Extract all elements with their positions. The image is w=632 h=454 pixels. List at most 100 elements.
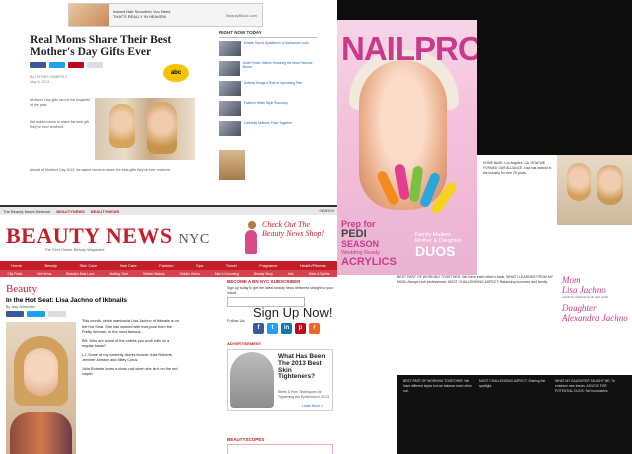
- nav-item[interactable]: Home: [11, 263, 22, 268]
- sidebar-column: WHAT MY DAUGHTER TAUGHT ME: To embrace n…: [555, 379, 615, 393]
- rss-icon[interactable]: r: [309, 323, 320, 334]
- facebook-icon[interactable]: f: [253, 323, 264, 334]
- sidebar-story[interactable]: Kirsten Dunst Sparkles in a Glamorous Lo…: [219, 41, 317, 58]
- site-logo[interactable]: BEAUTY NEWS NYC: [6, 223, 210, 249]
- subnav-item[interactable]: Hot Items: [37, 272, 51, 276]
- facebook-like-button[interactable]: [6, 311, 24, 317]
- sidebar-story[interactable]: Jodie Foster Shines Honoring the Most Fa…: [219, 61, 317, 78]
- spread-body-text: BEST PART OF WORKING TOGETHER: We have e…: [397, 275, 554, 285]
- twitter-icon[interactable]: t: [267, 323, 278, 334]
- learn-more-link[interactable]: Learn More »: [302, 404, 323, 408]
- article-paragraph: BN: Who are some of the celebs you work …: [82, 338, 170, 349]
- story-thumbnail: [219, 61, 240, 76]
- screenshot-collage: Instant Hair Smoother You Need THAT'S RE…: [0, 0, 632, 454]
- cover-nails: [375, 163, 459, 220]
- sidebar-ad[interactable]: What Has Been The 2013 Best Skin Tighten…: [227, 349, 333, 411]
- byline-date: May 8, 2013: [30, 79, 50, 84]
- sidebar-story[interactable]: Actress Snags a Role in Upcoming Film: [219, 81, 317, 98]
- story-thumbnail: [219, 81, 241, 96]
- spread-right-page: HOME BASE: Los Angeles, CA. HOW WE FORME…: [477, 155, 632, 275]
- cover-acrylics: ACRYLICS: [341, 256, 397, 269]
- spread-lower-page: BEST PART OF WORKING TOGETHER: We have e…: [337, 275, 632, 454]
- section-title: Beauty: [6, 283, 38, 295]
- shop-girl-icon: [245, 221, 259, 257]
- search-link[interactable]: SEARCH: [319, 209, 334, 213]
- facebook-share-button[interactable]: [30, 62, 46, 68]
- sidebar-story[interactable]: Celebrity Mothers Pose Together: [219, 121, 317, 138]
- article-panel: Instant Hair Smoother You Need THAT'S RE…: [0, 0, 337, 205]
- article-footline: Ahead of Mother's Day 2013, we asked mom…: [30, 168, 171, 172]
- sidebar-column: BEST PART OF WORKING TOGETHER: We have d…: [403, 379, 472, 393]
- ad-image: [230, 352, 274, 408]
- subnav-item[interactable]: City Finds: [8, 272, 23, 276]
- ad-subtext: THAT'S REALLY IN HEAVEN!: [113, 14, 167, 19]
- social-icons: f t in p r: [253, 323, 320, 334]
- sub-nav: City Finds Hot Items Beauty's Best Love …: [0, 270, 337, 277]
- nav-item[interactable]: Hair Care: [120, 263, 137, 268]
- site-tagline: The First Online Beauty Magazine: [44, 247, 105, 252]
- beauty-news-panel: The Beauty News Network BEAUTYNEWS BEAUT…: [0, 205, 337, 454]
- pin-button[interactable]: [48, 311, 66, 317]
- subnav-item[interactable]: Hidden Gems: [180, 272, 200, 276]
- network-label: The Beauty News Network: [3, 208, 51, 214]
- article-title: Real Moms Share Their Best Mother's Day …: [30, 34, 172, 59]
- spread-sidebar-box: BEST PART OF WORKING TOGETHER: We have d…: [397, 375, 632, 454]
- linkedin-icon[interactable]: in: [281, 323, 292, 334]
- article-paragraph: This month, celeb manicurist Lisa Jachno…: [82, 319, 179, 334]
- subnav-item[interactable]: Mother Beauty: [143, 272, 164, 276]
- main-nav: Home Beauty Skin Care Hair Care Fashion …: [0, 261, 337, 270]
- nav-item[interactable]: Skin Care: [79, 263, 97, 268]
- magazine-masthead: NAILPRO: [341, 30, 477, 67]
- article-paragraph: Mother's Day gifts can be the toughest o…: [30, 98, 90, 107]
- pinterest-icon[interactable]: p: [295, 323, 306, 334]
- email-share-button[interactable]: [87, 62, 103, 68]
- cover-duos: DUOS: [415, 243, 456, 260]
- subnav-item[interactable]: Wine & Spirits: [309, 272, 330, 276]
- nav-item[interactable]: Health/Fitness: [300, 263, 326, 268]
- shop-link[interactable]: Check Out The Beauty News Shop!: [262, 220, 332, 239]
- network-link[interactable]: BEAUTYNEWS: [91, 209, 119, 214]
- magazine-spread-panel: NAILPRO Prep for PEDI SEASON Wedding Rea…: [337, 0, 632, 454]
- article-headline: In the Hot Seat: Lisa Jachno of Ikbnails: [6, 297, 127, 304]
- ad-image: [69, 4, 109, 26]
- ad-headline: What Has Been The 2013 Best Skin Tighten…: [278, 353, 326, 381]
- story-thumbnail: [219, 41, 241, 56]
- nav-item[interactable]: Travel: [226, 263, 237, 268]
- article-byline: By Jesy Schechter: [6, 305, 35, 309]
- article-paragraph: We asked moms to share the best gift the…: [30, 120, 89, 129]
- top-ad-banner[interactable]: Instant Hair Smoother You Need THAT'S RE…: [68, 3, 263, 27]
- right-now-heading: RIGHT NOW TODAY: [219, 30, 317, 38]
- pinterest-share-button[interactable]: [68, 62, 84, 68]
- subnav-item[interactable]: Arts: [288, 272, 294, 276]
- advertisement-label: ADVERTISEMENT: [227, 341, 262, 346]
- tweet-button[interactable]: [27, 311, 45, 317]
- article-paragraph: Julia Roberts loves a clean nail when sh…: [82, 366, 178, 377]
- lisa-jachno-photo: [6, 322, 76, 454]
- mom-name: Lisa Jachno: [562, 285, 606, 295]
- subnav-item[interactable]: Beauty's Best Love: [66, 272, 94, 276]
- nav-item[interactable]: Fashion: [159, 263, 173, 268]
- share-bar: [30, 62, 103, 68]
- cover-season: SEASON: [341, 239, 380, 249]
- subnav-item[interactable]: Making Over: [109, 272, 128, 276]
- sidebar-story[interactable]: Fashion Week Style Roundup: [219, 101, 317, 118]
- network-link[interactable]: BEAUTYNEWS: [56, 209, 84, 214]
- subnav-item[interactable]: Men's Grooming: [215, 272, 239, 276]
- article-paragraph: LJ: Some of my celebrity clients include…: [82, 352, 173, 363]
- signup-description: Sign up today to get the latest beauty n…: [227, 286, 334, 295]
- daughter-label: Daughter: [562, 303, 597, 313]
- signup-button[interactable]: Sign Up Now!: [253, 305, 332, 320]
- daughter-name: Alexandra Jachno: [562, 313, 628, 323]
- twitter-share-button[interactable]: [49, 62, 65, 68]
- social-share-bar: [6, 311, 66, 317]
- nav-item[interactable]: Beauty: [44, 263, 56, 268]
- nav-item[interactable]: Fragrance: [259, 263, 277, 268]
- browser-topbar: The Beauty News Network BEAUTYNEWS BEAUT…: [0, 207, 337, 215]
- beautyscopes-heading: BEAUTYSCOPES: [227, 437, 265, 442]
- subscribe-heading: BECOME A BN NYC SUBSCRIBER: [227, 279, 301, 284]
- nav-item[interactable]: Spa: [196, 263, 203, 268]
- subnav-item[interactable]: Beauty Shop: [254, 272, 273, 276]
- story-thumbnail: [219, 121, 241, 136]
- spread-column-text: HOME BASE: Los Angeles, CA. HOW WE FORME…: [483, 161, 552, 175]
- ad-subtext: Sleek & Firm Techniques for Tightening t…: [278, 390, 330, 399]
